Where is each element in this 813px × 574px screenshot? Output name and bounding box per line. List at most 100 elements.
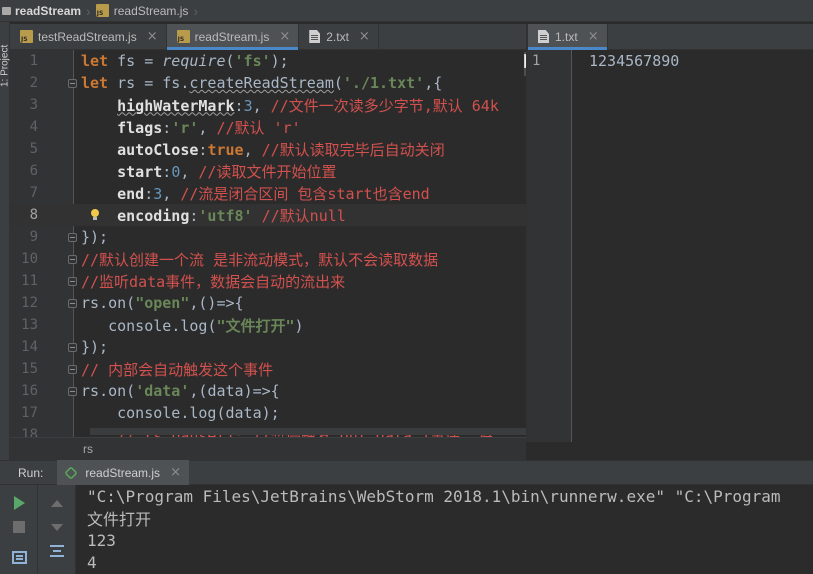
- code-token: on: [108, 294, 127, 312]
- code-line[interactable]: 4 flags:'r', //默认 'r': [10, 116, 526, 138]
- code-line[interactable]: 10 //默认创建一个流 是非流动模式，默认不会读取数据: [10, 248, 526, 270]
- code-token: ,: [198, 118, 217, 137]
- console-line: 4: [87, 552, 97, 572]
- fold-marker-icon[interactable]: [68, 364, 77, 374]
- code-line[interactable]: 15 // 内部会自动触发这个事件: [10, 358, 526, 380]
- breadcrumb-file[interactable]: readStream.js: [92, 0, 193, 22]
- fold-marker-icon[interactable]: [68, 78, 77, 88]
- fold-marker-icon[interactable]: [68, 232, 77, 242]
- tab-testreadstream[interactable]: testReadStream.js ×: [10, 24, 167, 49]
- code-token: )=>{: [243, 382, 280, 400]
- code-text: rs.on("open",()=>{: [81, 294, 244, 312]
- tab-label: 1.txt: [555, 29, 578, 44]
- code-line[interactable]: 5 autoClose:true, //默认读取完毕后自动关闭: [10, 138, 526, 160]
- code-text: start:0, //读取文件开始位置: [81, 161, 336, 182]
- code-token: "open": [135, 294, 190, 312]
- code-line[interactable]: 6 start:0, //读取文件开始位置: [10, 160, 526, 182]
- line-number: 1: [29, 53, 38, 69]
- code-token: 3: [243, 96, 253, 115]
- code-token: createReadStream: [189, 74, 334, 92]
- arrow-down-icon[interactable]: [47, 517, 67, 537]
- file-content[interactable]: 1234567890: [589, 50, 679, 72]
- breadcrumb-file-label: readStream.js: [113, 3, 189, 18]
- line-number: 3: [29, 97, 38, 113]
- fold-marker-icon[interactable]: [68, 342, 77, 352]
- code-line[interactable]: 3 highWaterMark:3, //文件一次读多少字节,默认 64k: [10, 94, 526, 116]
- code-line[interactable]: 14});: [10, 336, 526, 358]
- code-token: //读取文件开始位置: [198, 162, 337, 181]
- close-icon[interactable]: ×: [147, 29, 158, 44]
- editor-gutter: [528, 50, 572, 442]
- fold-marker-icon[interactable]: [68, 298, 77, 308]
- text-editor-1-txt[interactable]: 1 1234567890: [528, 50, 813, 442]
- horizontal-scrollbar[interactable]: [90, 428, 526, 435]
- code-token: log: [180, 316, 208, 335]
- code-text: let rs = fs.createReadStream('./1.txt',{: [81, 74, 442, 92]
- code-line[interactable]: 12 rs.on("open",()=>{: [10, 292, 526, 314]
- code-token: );: [270, 52, 289, 70]
- text-file-icon: [538, 30, 549, 43]
- line-number: 9: [29, 229, 38, 245]
- code-token: log: [189, 404, 217, 422]
- code-editor[interactable]: 1 let fs = require('fs'); 2 let rs = fs.cre…: [10, 50, 526, 437]
- close-icon[interactable]: ×: [279, 29, 290, 44]
- code-line[interactable]: 9});: [10, 226, 526, 248]
- close-icon[interactable]: ×: [588, 29, 599, 44]
- tab-readstream[interactable]: readStream.js ×: [166, 24, 300, 50]
- code-line[interactable]: 13 console.log("文件打开"): [10, 314, 526, 336]
- code-line[interactable]: 8 encoding:'utf8' //默认null: [10, 204, 526, 226]
- code-line[interactable]: 2 let rs = fs.createReadStream('./1.txt',…: [10, 72, 526, 94]
- code-line[interactable]: 7 end:3, //流是闭合区间 包含start也含end: [10, 182, 526, 204]
- run-label: Run:: [18, 465, 44, 480]
- code-token: :: [162, 162, 172, 181]
- code-token: "文件打开": [216, 316, 295, 335]
- soft-wrap-icon[interactable]: [47, 541, 67, 561]
- run-tab-readstream[interactable]: readStream.js ×: [57, 460, 189, 485]
- console-output[interactable]: "C:\Program Files\JetBrains\WebStorm 201…: [76, 485, 813, 574]
- text-file-icon: [309, 30, 321, 43]
- code-line[interactable]: 1 let fs = require('fs');: [10, 50, 526, 72]
- code-line[interactable]: 17 console.log(data);: [10, 402, 526, 424]
- navigation-bar: readStream › readStream.js ›: [0, 0, 813, 22]
- layout-icon[interactable]: [9, 547, 29, 567]
- editor-breadcrumb[interactable]: rs: [10, 437, 526, 460]
- line-number: 18: [21, 427, 38, 437]
- editor-tab-bar: testReadStream.js × readStream.js × 2.tx…: [10, 24, 526, 50]
- code-token: (: [225, 52, 235, 70]
- tab-1-txt[interactable]: 1.txt ×: [528, 24, 608, 50]
- code-token: 'utf8': [198, 206, 253, 225]
- close-icon[interactable]: ×: [170, 465, 181, 480]
- line-number: 14: [21, 339, 38, 355]
- code-token: autoClose: [117, 140, 199, 159]
- code-token: ): [294, 316, 304, 335]
- code-token: //默认创建一个流 是非流动模式，默认不会读取数据: [81, 250, 439, 269]
- line-number: 10: [21, 251, 38, 267]
- arrow-up-icon[interactable]: [47, 493, 67, 513]
- stop-icon[interactable]: [9, 517, 29, 537]
- line-number: 7: [29, 185, 38, 201]
- code-token: ,(: [189, 382, 208, 400]
- code-token: .: [171, 316, 181, 335]
- play-icon[interactable]: [9, 493, 29, 513]
- tab-2-txt[interactable]: 2.txt ×: [299, 24, 379, 49]
- line-number: 2: [29, 75, 38, 91]
- line-number: 17: [21, 405, 38, 421]
- code-token: (: [333, 74, 343, 92]
- code-line[interactable]: 11 //监听data事件，数据会自动的流出来: [10, 270, 526, 292]
- fold-marker-icon[interactable]: [68, 386, 77, 396]
- code-token: on: [108, 382, 127, 400]
- line-number: 1: [532, 53, 541, 69]
- code-token: rs: [81, 382, 100, 400]
- fold-marker-icon[interactable]: [68, 276, 77, 286]
- breadcrumb-project[interactable]: readStream: [0, 0, 85, 22]
- code-token: end: [117, 184, 145, 203]
- fold-marker-icon[interactable]: [68, 254, 77, 264]
- code-token: :: [144, 184, 154, 203]
- code-token: (: [126, 294, 136, 312]
- editor-breadcrumb-label: rs: [83, 442, 93, 456]
- code-line[interactable]: 16 rs.on('data',(data)=>{: [10, 380, 526, 402]
- line-number: 15: [21, 361, 38, 377]
- close-icon[interactable]: ×: [359, 29, 370, 44]
